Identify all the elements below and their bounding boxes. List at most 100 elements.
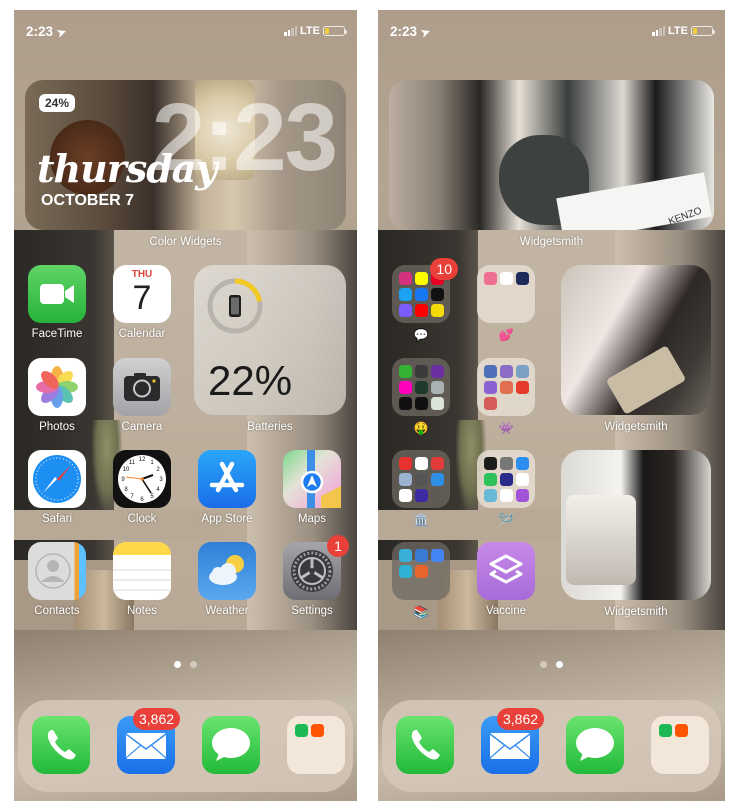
k-app-icon xyxy=(515,473,529,486)
widgetsmith-photo-widget[interactable]: KENZO xyxy=(389,80,714,230)
folder-icon xyxy=(477,265,535,323)
page-indicator[interactable] xyxy=(378,661,725,668)
status-bar: 2:23 ➤ LTE xyxy=(26,22,347,42)
game4-icon xyxy=(483,381,497,394)
app-contacts[interactable]: Contacts xyxy=(26,542,88,617)
folder-label: 👾 xyxy=(498,421,514,435)
battery-ring xyxy=(207,278,263,334)
dark-app-icon xyxy=(483,457,497,470)
app-store-icon xyxy=(198,450,256,508)
folder-money[interactable]: 🤑 xyxy=(390,358,452,435)
youtube-icon xyxy=(414,304,428,317)
settings-icon: 1 xyxy=(283,535,349,600)
notification-badge: 3,862 xyxy=(497,708,545,730)
app-notes[interactable]: Notes xyxy=(111,542,173,617)
page-dot-active[interactable] xyxy=(174,661,181,668)
app-calendar[interactable]: THU 7 Calendar xyxy=(111,265,173,340)
yahoo-icon xyxy=(430,365,444,378)
phone-icon xyxy=(396,716,454,774)
status-time: 2:23 ➤ xyxy=(26,24,68,40)
folder-icon xyxy=(392,358,450,416)
docs-icon xyxy=(430,549,444,562)
app-settings[interactable]: 1 Settings xyxy=(281,535,349,617)
folder-icon xyxy=(477,358,535,416)
batteries-widget[interactable]: 22% xyxy=(194,265,346,415)
page-dot[interactable] xyxy=(540,661,547,668)
status-right: LTE xyxy=(284,25,347,37)
widget-weekday: thursday xyxy=(37,146,217,191)
notification-badge: 1 xyxy=(327,535,349,557)
folder-study[interactable]: 📚 xyxy=(390,542,452,619)
dock-app-mail[interactable]: 3,862 xyxy=(479,708,545,774)
signal-icon xyxy=(652,26,666,36)
spotify-icon xyxy=(295,724,308,737)
widgetsmith-photo-widget[interactable] xyxy=(561,450,711,600)
color-widgets-widget[interactable]: 2:23 24% thursday OCTOBER 7 xyxy=(25,80,346,230)
app-camera[interactable]: Camera xyxy=(111,358,173,433)
game1-icon xyxy=(483,365,497,378)
dock-app-messages[interactable] xyxy=(564,716,626,774)
app-label: Maps xyxy=(297,513,327,525)
folder-icon xyxy=(651,716,709,774)
among-us-icon xyxy=(515,381,529,394)
mail-icon: 3,862 xyxy=(117,708,181,774)
app-navy-icon xyxy=(515,272,529,285)
folder-games[interactable]: 👾 xyxy=(475,358,537,435)
widget-label: Widgetsmith xyxy=(604,421,668,433)
siri-icon xyxy=(499,473,513,486)
folder-icon xyxy=(287,716,345,774)
widget-photo-candle xyxy=(566,495,636,585)
phone-icon xyxy=(32,716,90,774)
calendar-day: 7 xyxy=(132,279,152,317)
folder-utilities[interactable]: 🪡 xyxy=(475,450,537,527)
podcasts-icon xyxy=(515,489,529,502)
folder-label: 📚 xyxy=(413,605,429,619)
app-clock[interactable]: 12 1 2 3 4 5 6 7 8 9 10 11 Clock xyxy=(111,450,173,525)
files-icon xyxy=(515,457,529,470)
page-indicator[interactable] xyxy=(14,661,357,668)
clock-icon: 12 1 2 3 4 5 6 7 8 9 10 11 xyxy=(113,450,171,508)
dock-app-phone[interactable] xyxy=(30,716,92,774)
dock-app-messages[interactable] xyxy=(200,716,262,774)
folder-icon xyxy=(392,542,450,600)
folder-icon xyxy=(477,450,535,508)
app-label: Calendar xyxy=(118,328,166,340)
dock-folder[interactable] xyxy=(649,716,711,774)
excel-icon xyxy=(430,397,444,410)
page-dot[interactable] xyxy=(190,661,197,668)
messages-icon xyxy=(566,716,624,774)
folder-photo-apps[interactable]: 🏛️ xyxy=(390,450,452,527)
app-label: Weather xyxy=(205,605,249,617)
dock-app-phone[interactable] xyxy=(394,716,456,774)
spotify-icon xyxy=(659,724,672,737)
folder-preview xyxy=(659,724,688,737)
calc-icon xyxy=(499,457,513,470)
widget-battery-pill: 24% xyxy=(39,94,76,112)
notes-icon xyxy=(113,542,171,600)
page-dot-active[interactable] xyxy=(556,661,563,668)
mail-icon: 3,862 xyxy=(481,708,545,774)
dock-folder[interactable] xyxy=(285,716,347,774)
app-app-store[interactable]: App Store xyxy=(196,450,258,525)
widget-date: OCTOBER 7 xyxy=(41,192,135,209)
app-label: Settings xyxy=(291,605,333,617)
td-icon xyxy=(398,365,412,378)
time-text: 2:23 xyxy=(26,24,54,39)
amazon-icon xyxy=(430,381,444,394)
instagram-icon xyxy=(398,272,412,285)
app-maps[interactable]: Maps xyxy=(281,450,343,525)
app-label: Clock xyxy=(127,513,157,525)
app-photos[interactable]: Photos xyxy=(26,358,88,433)
widgetsmith-photo-widget[interactable] xyxy=(561,265,711,415)
app-weather[interactable]: Weather xyxy=(196,542,258,617)
app-safari[interactable]: Safari xyxy=(26,450,88,525)
app-vaccine[interactable]: Vaccine xyxy=(475,542,537,617)
photos-app-icon xyxy=(483,489,497,502)
game2-icon xyxy=(499,365,513,378)
folder-love[interactable]: 💕 xyxy=(475,265,537,342)
camera-app-icon xyxy=(414,473,428,486)
capcut-icon xyxy=(398,489,412,502)
folder-social[interactable]: 10 💬 xyxy=(390,258,458,342)
dock-app-mail[interactable]: 3,862 xyxy=(115,708,181,774)
app-facetime[interactable]: FaceTime xyxy=(26,265,88,340)
